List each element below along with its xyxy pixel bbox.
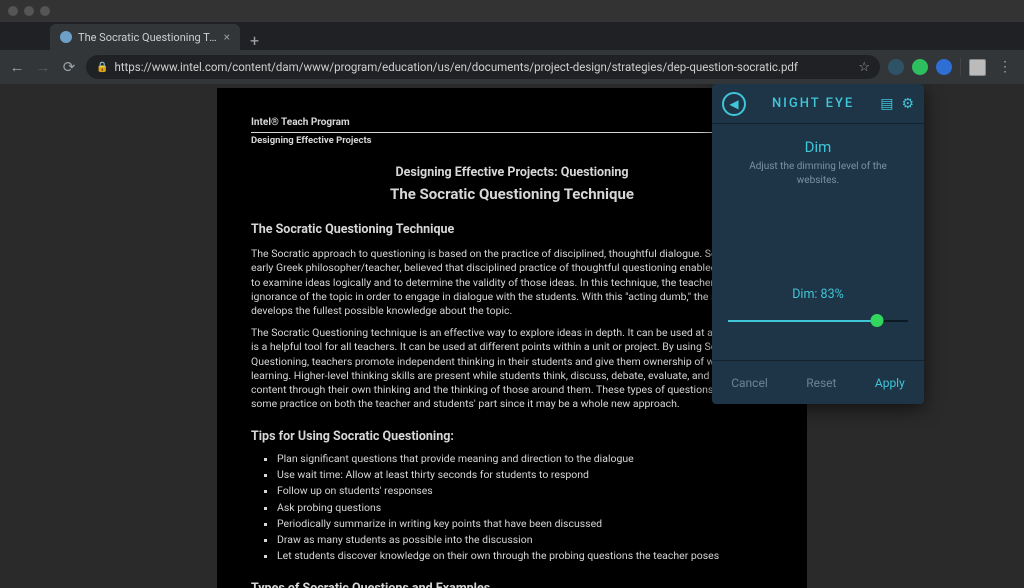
forward-button[interactable]: → bbox=[34, 58, 52, 76]
list-item: Follow up on students' responses bbox=[277, 484, 773, 498]
doc-title: The Socratic Questioning Technique bbox=[251, 184, 773, 204]
browser-tab[interactable]: The Socratic Questioning Tech × bbox=[50, 24, 240, 50]
popup-body: Dim Adjust the dimming level of the webs… bbox=[712, 124, 924, 360]
extension-settings-icon[interactable] bbox=[936, 59, 952, 75]
section-heading: The Socratic Questioning Technique bbox=[251, 222, 773, 239]
popup-header: ◀ NIGHT EYE ▤ ⚙ bbox=[712, 84, 924, 124]
night-eye-popup: ◀ NIGHT EYE ▤ ⚙ Dim Adjust the dimming l… bbox=[712, 84, 924, 404]
browser-toolbar: ← → ⟳ 🔒 https://www.intel.com/content/da… bbox=[0, 50, 1024, 84]
extension-night-eye-icon[interactable] bbox=[888, 59, 904, 75]
apply-button[interactable]: Apply bbox=[875, 376, 905, 390]
browser-menu-icon[interactable]: ⋮ bbox=[994, 59, 1016, 75]
profile-avatar[interactable] bbox=[969, 59, 986, 76]
list-item: Periodically summarize in writing key po… bbox=[277, 517, 773, 531]
divider bbox=[251, 132, 773, 133]
viewport: Intel® Teach Program Designing Effective… bbox=[0, 84, 1024, 588]
tab-close-icon[interactable]: × bbox=[224, 30, 230, 44]
feedback-icon[interactable]: ▤ bbox=[880, 96, 893, 112]
popup-actions: Cancel Reset Apply bbox=[712, 360, 924, 404]
separator bbox=[960, 58, 961, 76]
close-window[interactable] bbox=[8, 6, 18, 16]
list-item: Let students discover knowledge on their… bbox=[277, 549, 773, 563]
new-tab-button[interactable]: + bbox=[240, 31, 269, 50]
back-button[interactable]: ← bbox=[8, 58, 26, 76]
section-heading: Tips for Using Socratic Questioning: bbox=[251, 429, 773, 446]
zoom-window[interactable] bbox=[40, 6, 50, 16]
mode-description: Adjust the dimming level of the websites… bbox=[728, 160, 908, 187]
dim-value-label: Dim: 83% bbox=[728, 287, 908, 302]
popup-back-button[interactable]: ◀ bbox=[722, 92, 746, 116]
minimize-window[interactable] bbox=[24, 6, 34, 16]
list-item: Ask probing questions bbox=[277, 501, 773, 515]
tab-strip: The Socratic Questioning Tech × + bbox=[0, 22, 1024, 50]
slider-track-fill bbox=[728, 320, 877, 322]
reload-button[interactable]: ⟳ bbox=[60, 58, 78, 76]
reset-button[interactable]: Reset bbox=[806, 376, 836, 390]
gear-icon[interactable]: ⚙ bbox=[901, 96, 914, 112]
cancel-button[interactable]: Cancel bbox=[731, 376, 768, 390]
bookmark-star-icon[interactable]: ☆ bbox=[858, 60, 870, 75]
address-bar[interactable]: 🔒 https://www.intel.com/content/dam/www/… bbox=[86, 55, 880, 79]
tab-title: The Socratic Questioning Tech bbox=[78, 31, 218, 44]
lock-icon: 🔒 bbox=[96, 62, 108, 73]
popup-brand: NIGHT EYE bbox=[754, 96, 872, 111]
list-item: Use wait time: Allow at least thirty sec… bbox=[277, 468, 773, 482]
program-name: Intel® Teach Program bbox=[251, 116, 773, 130]
list-item: Draw as many students as possible into t… bbox=[277, 533, 773, 547]
section-heading: Types of Socratic Questions and Examples bbox=[251, 581, 773, 588]
program-subtitle: Designing Effective Projects bbox=[251, 135, 773, 148]
slider-thumb[interactable] bbox=[871, 314, 884, 327]
macos-titlebar bbox=[0, 0, 1024, 22]
paragraph: The Socratic approach to questioning is … bbox=[251, 247, 773, 318]
doc-kicker: Designing Effective Projects: Questionin… bbox=[251, 165, 773, 182]
favicon bbox=[60, 31, 72, 43]
list-item: Plan significant questions that provide … bbox=[277, 452, 773, 466]
mode-title: Dim bbox=[728, 138, 908, 156]
dim-slider[interactable] bbox=[728, 312, 908, 332]
extension-evernote-icon[interactable] bbox=[912, 59, 928, 75]
tips-list: Plan significant questions that provide … bbox=[277, 452, 773, 563]
url-text: https://www.intel.com/content/dam/www/pr… bbox=[114, 60, 852, 74]
paragraph: The Socratic Questioning technique is an… bbox=[251, 326, 773, 411]
